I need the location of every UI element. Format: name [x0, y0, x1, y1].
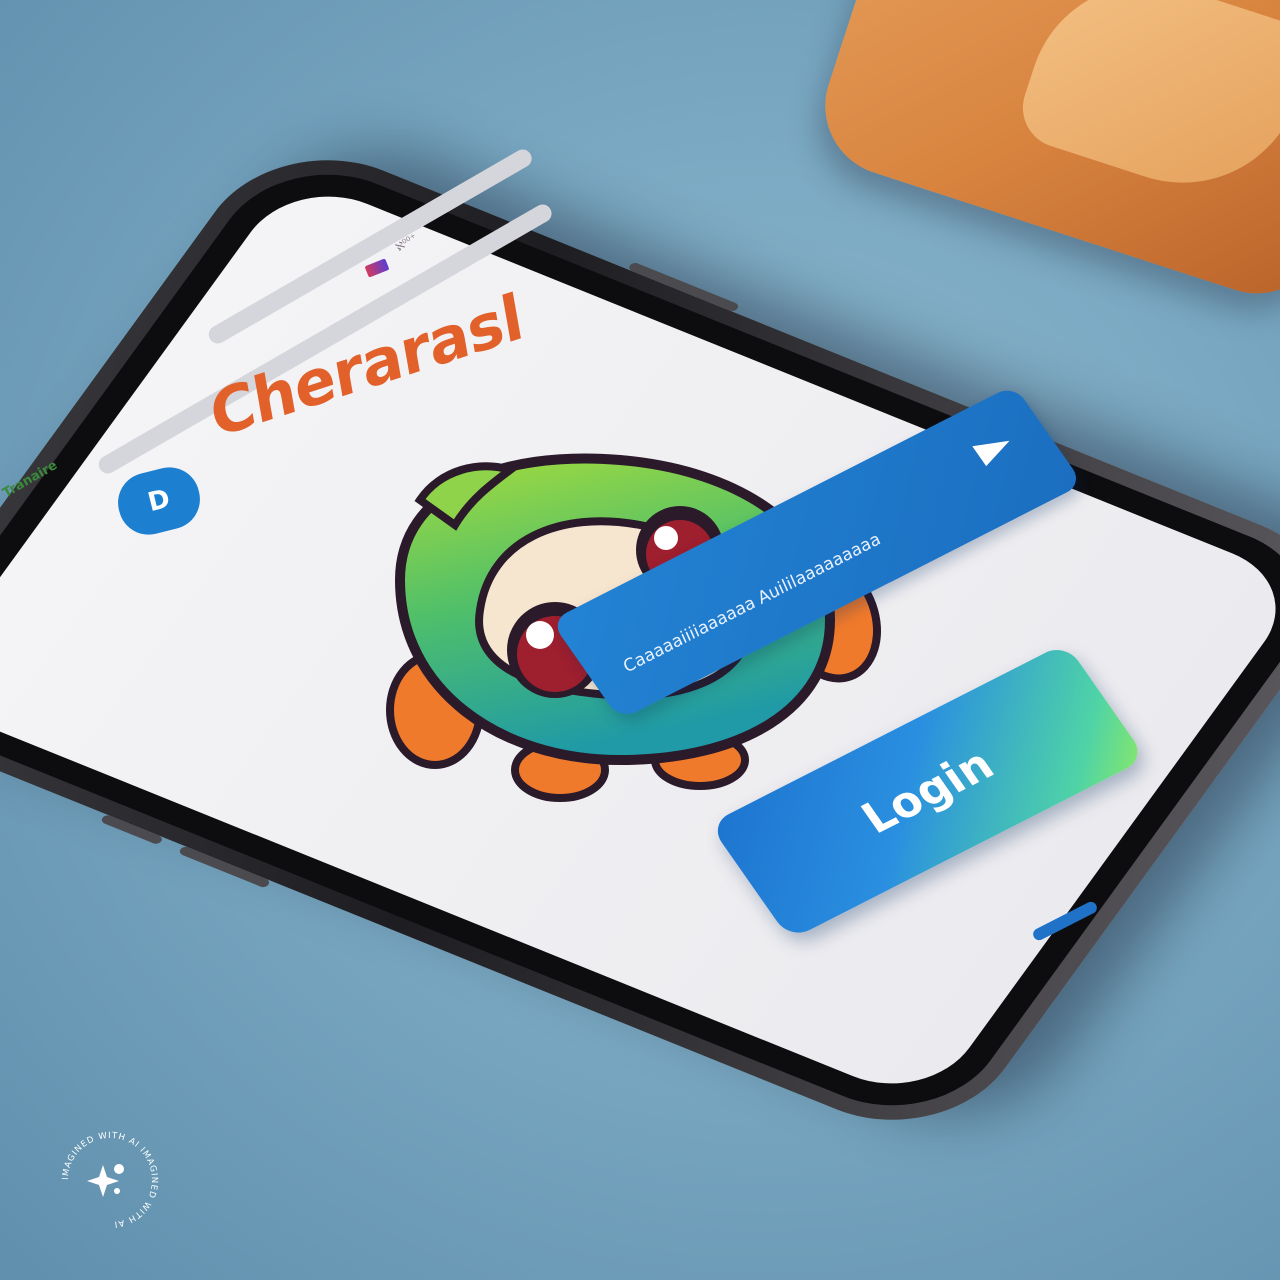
scene-background: ℵ⁰⁰⁺ Tranaire D Cherarasl Caaaaaiiiiaaaa… — [0, 0, 1280, 1280]
logo-badge-icon: D — [111, 461, 207, 541]
sparkle-icon — [87, 1164, 124, 1197]
send-arrow-icon[interactable] — [972, 430, 1017, 467]
home-indicator[interactable] — [1031, 899, 1099, 943]
login-button-label: Login — [852, 739, 1004, 844]
status-flag-icon — [364, 258, 390, 278]
logo-glyph: D — [144, 483, 174, 519]
app-screen-ui: ℵ⁰⁰⁺ Tranaire D Cherarasl Caaaaaiiiiaaaa… — [0, 0, 1280, 1280]
watermark-badge: IMAGINED WITH AI IMAGINED WITH AI — [61, 1131, 158, 1229]
side-label: Tranaire — [0, 457, 61, 502]
